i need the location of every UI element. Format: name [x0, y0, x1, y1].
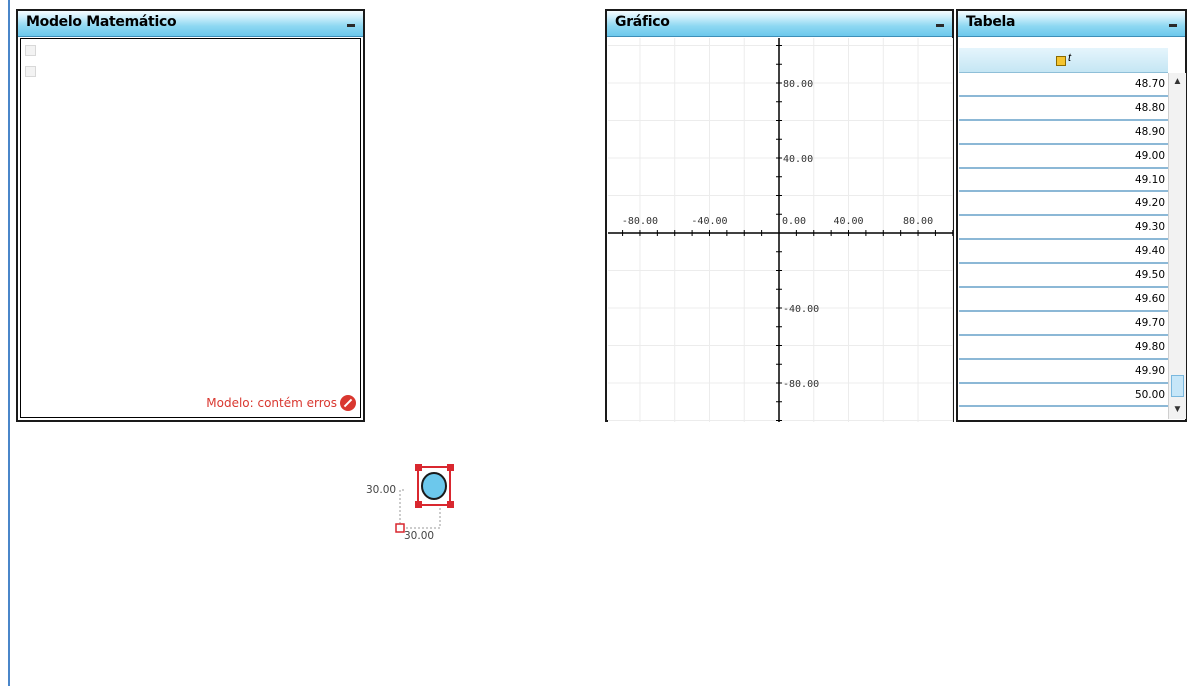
grafico-titlebar[interactable]: Gráfico: [607, 11, 952, 37]
status-text: Modelo: contém erros: [206, 396, 337, 410]
table-row[interactable]: 49.60: [959, 288, 1168, 312]
model-status: Modelo: contém erros: [206, 395, 356, 411]
table-row[interactable]: 48.70: [959, 73, 1168, 97]
left-edge-strip: [0, 0, 10, 686]
scroll-down-icon[interactable]: ▼: [1171, 403, 1184, 417]
y-tick-label: 80.00: [783, 79, 813, 90]
table-scrollbar[interactable]: ▲ ▼: [1168, 73, 1186, 419]
table-row[interactable]: 49.80: [959, 335, 1168, 360]
minimize-icon[interactable]: [936, 24, 944, 27]
table-row[interactable]: 49.90: [959, 359, 1168, 384]
table-row[interactable]: 49.30: [959, 216, 1168, 241]
canvas-object-group: 30.00 30.00: [360, 460, 460, 550]
table-cell: 49.70: [1134, 316, 1165, 329]
scroll-thumb[interactable]: [1171, 375, 1184, 397]
table-cell: 49.60: [1134, 293, 1165, 306]
table-rows: 48.70 48.80 48.90 49.00 49.10 49.20 49.30 49.40…: [959, 73, 1168, 408]
table-cell: 48.70: [1134, 78, 1165, 90]
table-row[interactable]: 49.40: [959, 240, 1168, 265]
y-tick-label: 40.00: [783, 154, 813, 165]
table-cell: 49.90: [1134, 364, 1165, 377]
table-cell: 49.30: [1134, 221, 1165, 234]
y-tick-label: -80.00: [783, 379, 819, 390]
table-cell: 49.00: [1134, 149, 1165, 162]
variable-color-icon: [1056, 56, 1066, 66]
table-column-header[interactable]: t: [959, 48, 1168, 73]
modelo-titlebar[interactable]: Modelo Matemático: [18, 11, 363, 37]
graph-canvas[interactable]: -80.00 -40.00 0.00 40.00 80.00 80.00 40.00 -40.…: [608, 38, 953, 422]
x-tick-label: 80.00: [903, 216, 933, 227]
height-label: 30.00: [366, 484, 397, 496]
error-icon: [340, 395, 356, 411]
table-row[interactable]: 49.20: [959, 192, 1168, 217]
table-row[interactable]: 49.10: [959, 168, 1168, 193]
line-marker-icon: [25, 66, 36, 77]
table-cell: 50.00: [1134, 388, 1165, 401]
grafico-panel: Gráfico -80.00 -40.00 0.00 40.00 80.00 80.00 4…: [605, 9, 954, 422]
graph-svg: -80.00 -40.00 0.00 40.00 80.00 80.00 40.00 -40.…: [608, 38, 953, 422]
table-row[interactable]: 50.00: [959, 383, 1168, 408]
minimize-icon[interactable]: [1169, 24, 1177, 27]
table-cell: 49.10: [1134, 173, 1165, 186]
width-label: 30.00: [404, 530, 435, 542]
table-cell: 49.20: [1134, 197, 1165, 210]
x-tick-label: -40.00: [691, 216, 727, 227]
minimize-icon[interactable]: [347, 24, 355, 27]
table-row[interactable]: 48.90: [959, 120, 1168, 145]
table-row[interactable]: 48.80: [959, 96, 1168, 121]
line-marker-icon: [25, 45, 36, 56]
table-row[interactable]: 49.50: [959, 264, 1168, 289]
table-cell: 49.50: [1134, 269, 1165, 282]
x-tick-label: -80.00: [622, 216, 658, 227]
table-cell: 49.40: [1134, 245, 1165, 258]
table-row[interactable]: 49.70: [959, 311, 1168, 336]
tabela-panel: Tabela t 48.70 48.80 48.90 49.00 49.10 49.20 4…: [956, 9, 1187, 422]
y-tick-label: -40.00: [783, 304, 819, 315]
panel-title: Tabela: [966, 14, 1016, 30]
tabela-titlebar[interactable]: Tabela: [958, 11, 1185, 37]
column-variable-name: t: [1068, 52, 1072, 64]
table-row[interactable]: 49.00: [959, 144, 1168, 169]
modelo-matematico-panel: Modelo Matemático Modelo: contém erros: [16, 9, 365, 422]
table-cell: 48.80: [1134, 101, 1165, 114]
model-editor[interactable]: Modelo: contém erros: [20, 38, 361, 418]
panel-title: Modelo Matemático: [26, 14, 177, 30]
table-cell: 48.90: [1134, 125, 1165, 138]
scroll-up-icon[interactable]: ▲: [1171, 75, 1184, 89]
table-cell: 49.80: [1134, 340, 1165, 353]
panel-title: Gráfico: [615, 14, 670, 30]
x-tick-label: 40.00: [833, 216, 863, 227]
x-tick-label: 0.00: [782, 216, 806, 227]
